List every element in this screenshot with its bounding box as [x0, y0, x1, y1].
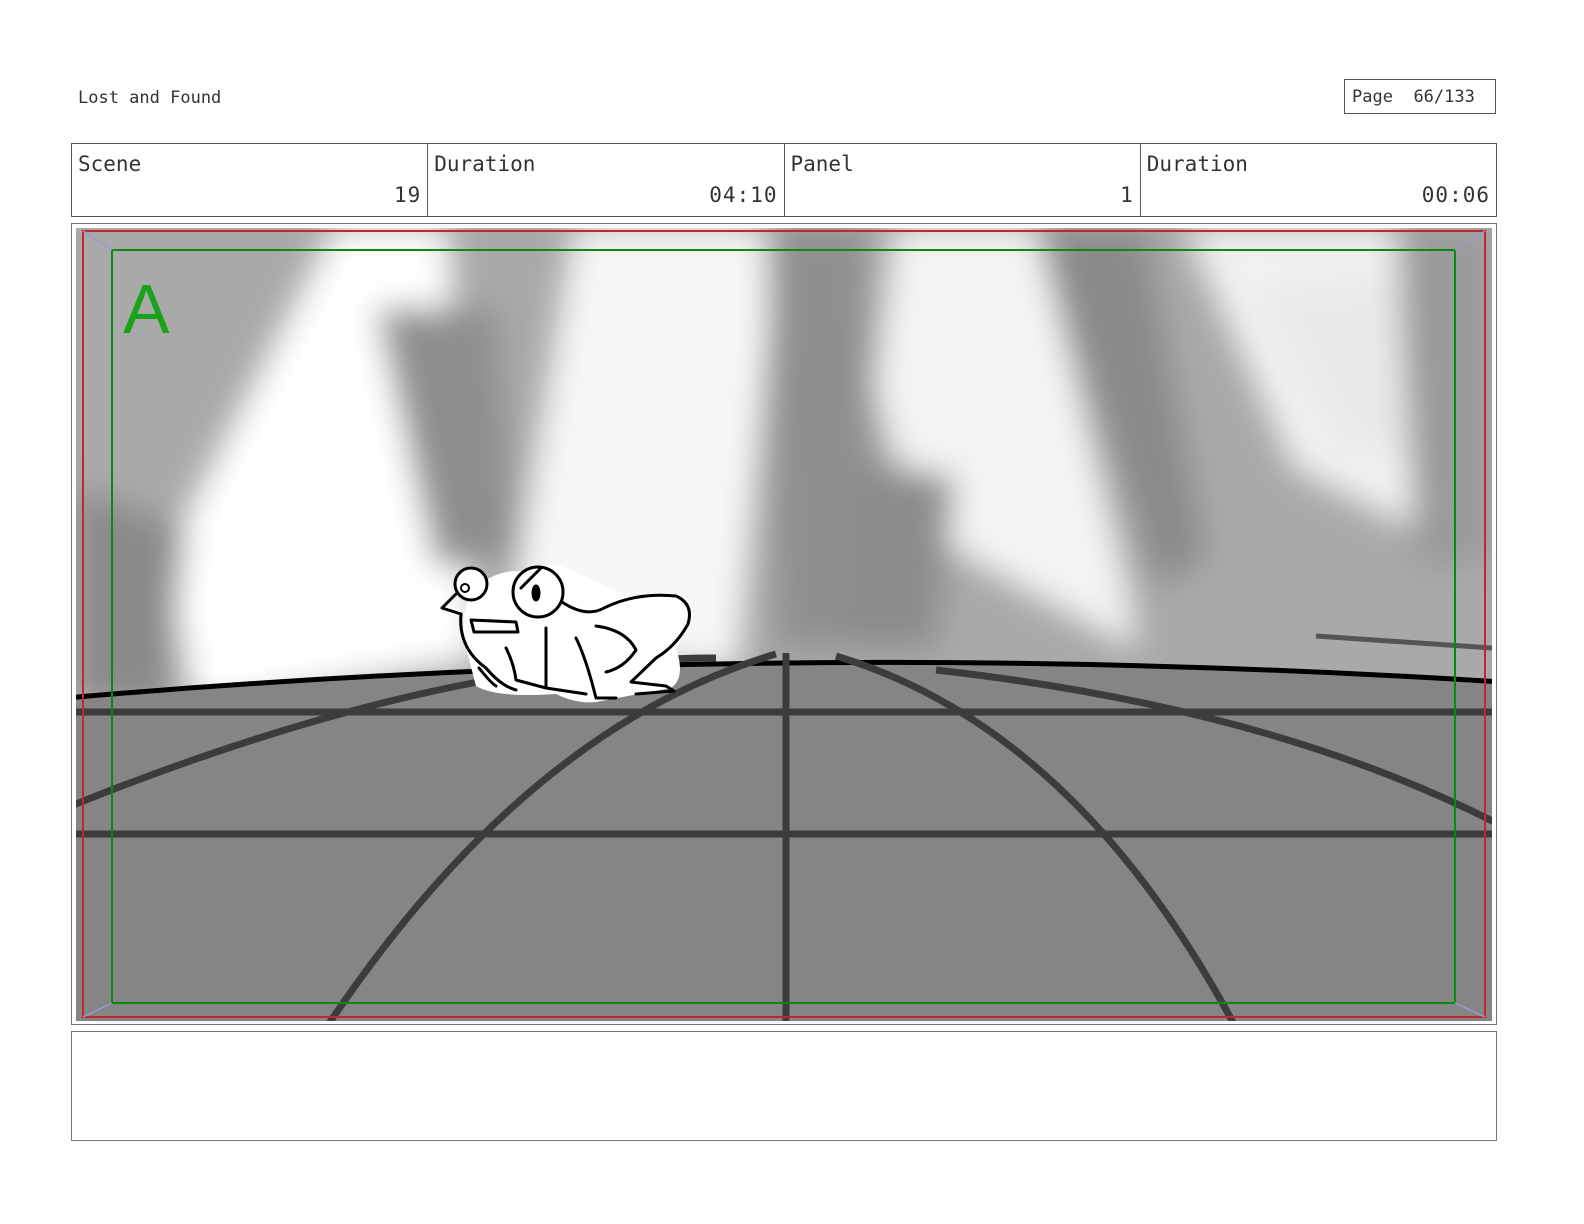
scene-cell: Scene 19 — [72, 144, 429, 216]
scene-duration-value: 04:10 — [709, 183, 778, 207]
scene-value: 19 — [393, 183, 422, 207]
page-label: Page — [1352, 87, 1393, 107]
panel-duration-label: Duration — [1146, 152, 1248, 176]
storyboard-panel-drawing: A — [76, 228, 1492, 1021]
panel-label: Panel — [790, 152, 854, 176]
page-indicator: Page 66/133 — [1344, 79, 1496, 114]
panel-info-row: Scene 19 Duration 04:10 Panel 1 Duration… — [71, 143, 1497, 217]
safe-area-marker: A — [123, 270, 170, 348]
scene-duration-label: Duration — [434, 152, 536, 176]
panel-value: 1 — [1120, 183, 1134, 207]
panel-cell: Panel 1 — [785, 144, 1141, 216]
panel-notes-box[interactable] — [71, 1031, 1497, 1141]
page-number: 66/133 — [1413, 87, 1475, 107]
panel-duration-value: 00:06 — [1421, 183, 1490, 207]
project-title: Lost and Found — [78, 88, 222, 108]
blurred-background-shapes — [76, 228, 1492, 708]
scene-duration-cell: Duration 04:10 — [428, 144, 785, 216]
panel-duration-cell: Duration 00:06 — [1141, 144, 1496, 216]
scene-label: Scene — [78, 152, 142, 176]
